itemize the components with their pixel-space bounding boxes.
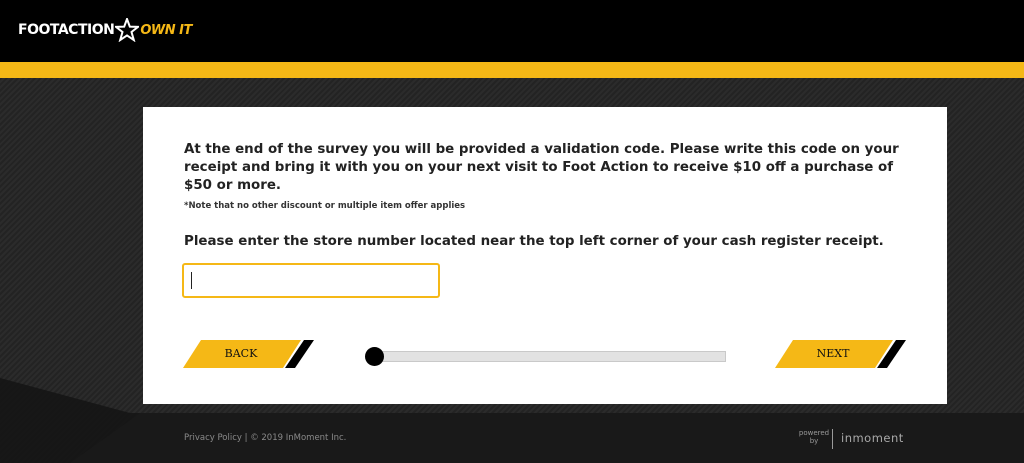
text-caret <box>191 272 192 289</box>
survey-card: At the end of the survey you will be pro… <box>143 107 947 404</box>
inmoment-brand: inmoment <box>841 431 904 445</box>
next-button-label: NEXT <box>816 347 850 360</box>
next-button[interactable]: NEXT <box>775 340 910 370</box>
logo-tagline: OWN IT <box>140 22 192 38</box>
site-header: FOOTACTION OWN IT <box>0 0 1024 62</box>
back-button[interactable]: BACK <box>183 340 318 370</box>
survey-note: *Note that no other discount or multiple… <box>184 201 466 211</box>
back-button-label: BACK <box>224 347 258 360</box>
powered-line1: powered <box>798 429 830 437</box>
star-icon <box>115 18 140 42</box>
powered-by-label: powered by <box>794 429 834 445</box>
progress-bar <box>374 351 726 362</box>
footaction-logo: FOOTACTION OWN IT <box>18 16 192 44</box>
accent-stripe <box>0 62 1024 78</box>
survey-intro-text: At the end of the survey you will be pro… <box>184 142 899 193</box>
logo-wordmark: FOOTACTION <box>18 22 115 38</box>
powered-line2: by <box>809 437 819 445</box>
progress-knob <box>365 347 384 366</box>
store-number-input[interactable] <box>182 263 440 298</box>
footer-privacy-copyright[interactable]: Privacy Policy | © 2019 InMoment Inc. <box>184 433 346 443</box>
powered-divider <box>832 429 833 449</box>
store-number-question: Please enter the store number located ne… <box>184 234 884 249</box>
